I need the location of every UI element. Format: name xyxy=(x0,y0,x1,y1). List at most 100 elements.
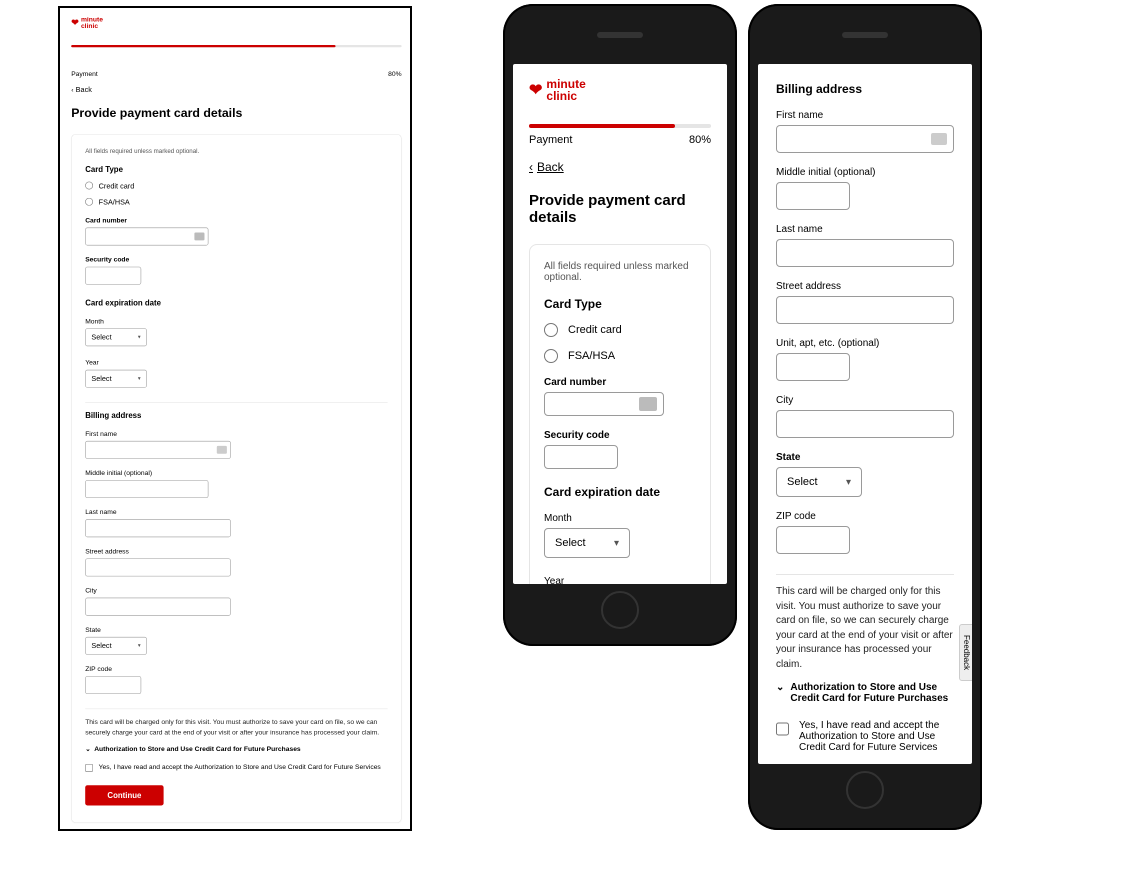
brand-logo: ❤ minute clinic xyxy=(71,16,401,29)
progress-percent: 80% xyxy=(388,70,401,78)
heart-icon: ❤ xyxy=(71,17,79,28)
city-label: City xyxy=(85,586,387,594)
state-select[interactable]: Select ▾ xyxy=(776,467,862,497)
progress-step-label: Payment xyxy=(529,134,572,146)
chevron-down-icon: ▾ xyxy=(846,477,851,488)
heart-icon: ❤ xyxy=(529,80,542,100)
first-name-input[interactable] xyxy=(776,125,954,153)
unit-input[interactable] xyxy=(776,353,850,381)
street-label: Street address xyxy=(776,281,954,292)
chevron-down-icon: ▾ xyxy=(138,334,141,340)
mobile-preview-1: ❤ minute clinic Payment 80% ‹ Back Provi… xyxy=(503,4,737,646)
middle-initial-input[interactable] xyxy=(776,182,850,210)
divider xyxy=(776,574,954,575)
card-type-credit[interactable]: Credit card xyxy=(85,181,387,189)
authorization-accept[interactable]: Yes, I have read and accept the Authoriz… xyxy=(776,720,954,753)
progress-bar xyxy=(71,45,401,47)
card-icon xyxy=(194,232,204,240)
chevron-left-icon: ‹ xyxy=(529,160,533,174)
chevron-down-icon: ▾ xyxy=(138,642,141,648)
first-name-label: First name xyxy=(85,429,387,437)
month-label: Month xyxy=(544,513,696,524)
city-input[interactable] xyxy=(85,597,231,615)
required-hint: All fields required unless marked option… xyxy=(544,261,696,283)
phone-home-button xyxy=(601,591,639,629)
radio-fsa[interactable] xyxy=(544,349,558,363)
authorization-accept[interactable]: Yes, I have read and accept the Authoriz… xyxy=(85,763,387,772)
chevron-down-icon: ▾ xyxy=(614,538,619,549)
mobile-preview-2: Billing address First name Middle initia… xyxy=(748,4,982,830)
feedback-tab[interactable]: Feedback xyxy=(959,624,972,681)
security-code-label: Security code xyxy=(544,430,696,441)
card-number-label: Card number xyxy=(544,377,696,388)
disclosure-text: This card will be charged only for this … xyxy=(776,585,954,672)
required-hint: All fields required unless marked option… xyxy=(85,148,387,155)
back-label: Back xyxy=(76,85,92,93)
middle-initial-label: Middle initial (optional) xyxy=(776,167,954,178)
radio-fsa[interactable] xyxy=(85,198,93,206)
authorization-checkbox[interactable] xyxy=(776,722,789,736)
billing-section-label: Billing address xyxy=(85,410,387,419)
contact-icon xyxy=(217,446,227,454)
card-number-input[interactable] xyxy=(544,392,664,416)
last-name-input[interactable] xyxy=(776,239,954,267)
chevron-down-icon: ▾ xyxy=(138,375,141,381)
chevron-left-icon: ‹ xyxy=(71,86,73,94)
progress-step-label: Payment xyxy=(71,70,98,78)
state-label: State xyxy=(776,452,954,463)
state-select[interactable]: Select ▾ xyxy=(85,637,147,655)
last-name-label: Last name xyxy=(776,224,954,235)
divider xyxy=(85,402,387,403)
city-label: City xyxy=(776,395,954,406)
card-type-fsa[interactable]: FSA/HSA xyxy=(544,349,696,363)
contact-icon xyxy=(931,133,947,145)
phone-speaker xyxy=(597,32,643,38)
authorization-checkbox[interactable] xyxy=(85,764,93,772)
phone-home-button xyxy=(846,771,884,809)
brand-line2: clinic xyxy=(81,23,103,30)
year-select[interactable]: Select ▾ xyxy=(85,369,147,387)
month-select[interactable]: Select ▾ xyxy=(85,328,147,346)
street-input[interactable] xyxy=(776,296,954,324)
card-number-input[interactable] xyxy=(85,227,208,245)
zip-label: ZIP code xyxy=(776,511,954,522)
first-name-label: First name xyxy=(776,110,954,121)
month-select[interactable]: Select ▾ xyxy=(544,528,630,558)
progress-bar xyxy=(529,124,711,128)
phone-speaker xyxy=(842,32,888,38)
back-link[interactable]: ‹ Back xyxy=(529,160,564,174)
first-name-input[interactable] xyxy=(85,441,231,459)
divider xyxy=(85,708,387,709)
payment-card-form: All fields required unless marked option… xyxy=(71,134,401,823)
middle-initial-input[interactable] xyxy=(85,480,208,498)
card-type-fsa[interactable]: FSA/HSA xyxy=(85,198,387,206)
year-label: Year xyxy=(544,576,696,584)
card-type-label: Card Type xyxy=(544,297,696,311)
continue-button[interactable]: Continue xyxy=(85,785,163,805)
progress-percent: 80% xyxy=(689,134,711,146)
page-title: Provide payment card details xyxy=(71,106,401,121)
page-title: Provide payment card details xyxy=(529,192,711,226)
radio-credit[interactable] xyxy=(544,323,558,337)
security-code-input[interactable] xyxy=(85,266,141,284)
radio-credit[interactable] xyxy=(85,182,93,190)
authorization-expander[interactable]: ⌄ Authorization to Store and Use Credit … xyxy=(85,745,387,753)
zip-input[interactable] xyxy=(776,526,850,554)
street-input[interactable] xyxy=(85,558,231,576)
last-name-input[interactable] xyxy=(85,519,231,537)
middle-initial-label: Middle initial (optional) xyxy=(85,469,387,477)
card-type-credit[interactable]: Credit card xyxy=(544,323,696,337)
zip-input[interactable] xyxy=(85,676,141,694)
back-link[interactable]: ‹ Back xyxy=(71,85,92,93)
city-input[interactable] xyxy=(776,410,954,438)
street-label: Street address xyxy=(85,547,387,555)
payment-card-form: All fields required unless marked option… xyxy=(529,244,711,584)
authorization-expander[interactable]: ⌄ Authorization to Store and Use Credit … xyxy=(776,682,954,704)
brand-logo: ❤ minute clinic xyxy=(529,78,711,102)
chevron-down-icon: ⌄ xyxy=(776,682,784,693)
expiration-label: Card expiration date xyxy=(544,485,696,499)
security-code-input[interactable] xyxy=(544,445,618,469)
chevron-down-icon: ⌄ xyxy=(85,745,91,753)
year-label: Year xyxy=(85,358,387,366)
expiration-label: Card expiration date xyxy=(85,298,387,307)
